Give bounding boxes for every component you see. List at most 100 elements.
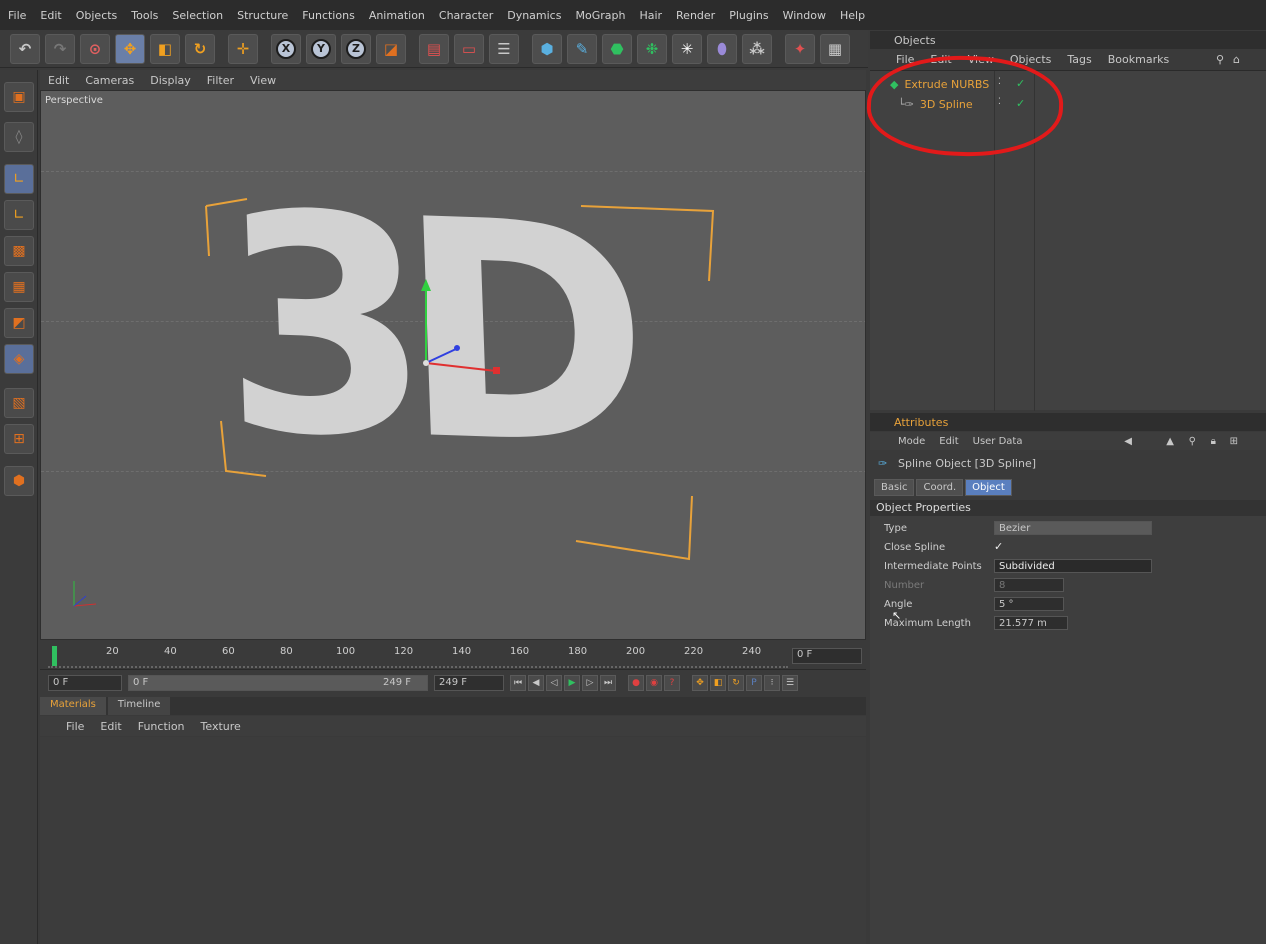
start-frame-field[interactable]: 0 F: [48, 675, 122, 691]
coordinate-system-button[interactable]: ◪: [376, 33, 406, 64]
menu-help[interactable]: Help: [840, 9, 865, 22]
angle-field[interactable]: 5 °: [994, 597, 1064, 611]
mat-menu-edit[interactable]: Edit: [100, 720, 121, 733]
render-view-button[interactable]: ▤: [419, 33, 449, 64]
max-length-field[interactable]: 21.577 m: [994, 616, 1068, 630]
next-frame-button[interactable]: ▷: [582, 675, 598, 691]
current-frame-field[interactable]: 0 F: [792, 648, 862, 664]
menu-tools[interactable]: Tools: [131, 9, 158, 22]
menu-animation[interactable]: Animation: [369, 9, 425, 22]
render-picture-viewer-button[interactable]: ▭: [454, 33, 484, 64]
add-environment-button[interactable]: ⬮: [707, 33, 737, 64]
tab-timeline[interactable]: Timeline: [107, 697, 171, 715]
timeline-settings-button[interactable]: ☰: [782, 675, 798, 691]
menu-selection[interactable]: Selection: [172, 9, 223, 22]
tweak-mode-button[interactable]: ⊞: [4, 424, 34, 454]
key-rotation-button[interactable]: ↻: [728, 675, 744, 691]
undo-button[interactable]: ↶: [10, 33, 40, 64]
mat-menu-texture[interactable]: Texture: [201, 720, 241, 733]
add-spline-button[interactable]: ✎: [567, 33, 597, 64]
mat-menu-file[interactable]: File: [66, 720, 84, 733]
up-arrow-icon[interactable]: ▲: [1166, 436, 1174, 447]
move-tool-button[interactable]: ✥: [115, 33, 145, 64]
vp-menu-cameras[interactable]: Cameras: [85, 74, 134, 87]
snap-button[interactable]: ⬢: [4, 466, 34, 496]
intermediate-points-dropdown[interactable]: Subdivided: [994, 559, 1152, 573]
menu-dynamics[interactable]: Dynamics: [507, 9, 561, 22]
menu-character[interactable]: Character: [439, 9, 493, 22]
search-icon[interactable]: ⚲: [1216, 53, 1224, 66]
add-camera-button[interactable]: ⁂: [742, 33, 772, 64]
texture-mode-button[interactable]: ∟: [4, 200, 34, 230]
playhead-icon[interactable]: [52, 646, 57, 666]
key-position-button[interactable]: ✥: [692, 675, 708, 691]
menu-window[interactable]: Window: [783, 9, 826, 22]
mat-menu-function[interactable]: Function: [138, 720, 185, 733]
object-mode-button[interactable]: ∟: [4, 164, 34, 194]
menu-structure[interactable]: Structure: [237, 9, 288, 22]
prev-key-button[interactable]: ◀: [528, 675, 544, 691]
move-gizmo[interactable]: [41, 91, 866, 640]
z-axis-button[interactable]: Z: [341, 33, 371, 64]
add-cube-button[interactable]: ⬢: [532, 33, 562, 64]
make-editable-button[interactable]: ▣: [4, 82, 34, 112]
render-settings-button[interactable]: ☰: [489, 33, 519, 64]
vp-menu-edit[interactable]: Edit: [48, 74, 69, 87]
add-nurbs-button[interactable]: ⬣: [602, 33, 632, 64]
add-deformer-button[interactable]: ✳: [672, 33, 702, 64]
points-mode-button[interactable]: ▦: [4, 272, 34, 302]
model-mode-button[interactable]: ◊: [4, 122, 34, 152]
type-dropdown[interactable]: Bezier: [994, 521, 1152, 535]
lock-icon[interactable]: 🔒︎: [1211, 436, 1216, 447]
tab-basic[interactable]: Basic: [874, 479, 915, 496]
attr-menu-user-data[interactable]: User Data: [973, 436, 1023, 447]
recent-tool-button[interactable]: ✛: [228, 33, 258, 64]
scale-tool-button[interactable]: ◧: [150, 33, 180, 64]
menu-mograph[interactable]: MoGraph: [575, 9, 625, 22]
key-scale-button[interactable]: ◧: [710, 675, 726, 691]
obj-menu-bookmarks[interactable]: Bookmarks: [1108, 53, 1169, 66]
autokey-button[interactable]: ◉: [646, 675, 662, 691]
edges-mode-button[interactable]: ◩: [4, 308, 34, 338]
perspective-viewport[interactable]: Perspective 3D: [40, 90, 866, 640]
live-selection-button[interactable]: ⊙: [80, 33, 110, 64]
workplane-button[interactable]: ▩: [4, 236, 34, 266]
home-icon[interactable]: ⌂: [1233, 53, 1240, 66]
attr-menu-mode[interactable]: Mode: [898, 436, 925, 447]
tab-object[interactable]: Object: [965, 479, 1012, 496]
end-frame-field[interactable]: 249 F: [434, 675, 504, 691]
go-to-end-button[interactable]: ⏭: [600, 675, 616, 691]
key-param-button[interactable]: P: [746, 675, 762, 691]
vp-menu-filter[interactable]: Filter: [207, 74, 234, 87]
polygons-mode-button[interactable]: ◈: [4, 344, 34, 374]
menu-hair[interactable]: Hair: [639, 9, 662, 22]
menu-render[interactable]: Render: [676, 9, 715, 22]
tab-coord[interactable]: Coord.: [916, 479, 964, 496]
frame-range-slider[interactable]: 0 F 249 F: [128, 675, 428, 691]
record-button[interactable]: ●: [628, 675, 644, 691]
obj-menu-tags[interactable]: Tags: [1067, 53, 1091, 66]
menu-file[interactable]: File: [8, 9, 26, 22]
materials-area[interactable]: [40, 737, 866, 944]
keyframe-selection-button[interactable]: ?: [664, 675, 680, 691]
vp-menu-display[interactable]: Display: [150, 74, 191, 87]
go-to-start-button[interactable]: ⏮: [510, 675, 526, 691]
menu-edit[interactable]: Edit: [40, 9, 61, 22]
close-spline-checkbox[interactable]: ✓: [994, 540, 1003, 553]
rotate-tool-button[interactable]: ↻: [185, 33, 215, 64]
menu-functions[interactable]: Functions: [302, 9, 355, 22]
timeline-ruler[interactable]: 20 40 60 80 100 120 140 160 180 200 220 …: [40, 642, 866, 670]
back-arrow-icon[interactable]: ◀: [1124, 436, 1132, 447]
play-button[interactable]: ▶: [564, 675, 580, 691]
enable-axis-button[interactable]: ▧: [4, 388, 34, 418]
vp-menu-view[interactable]: View: [250, 74, 276, 87]
layout-button[interactable]: ▦: [820, 33, 850, 64]
redo-button[interactable]: ↷: [45, 33, 75, 64]
add-array-button[interactable]: ❉: [637, 33, 667, 64]
attr-menu-edit[interactable]: Edit: [939, 436, 958, 447]
search-icon[interactable]: ⚲: [1189, 436, 1196, 447]
menu-objects[interactable]: Objects: [76, 9, 118, 22]
x-axis-button[interactable]: X: [271, 33, 301, 64]
prev-frame-button[interactable]: ◁: [546, 675, 562, 691]
number-field[interactable]: 8: [994, 578, 1064, 592]
